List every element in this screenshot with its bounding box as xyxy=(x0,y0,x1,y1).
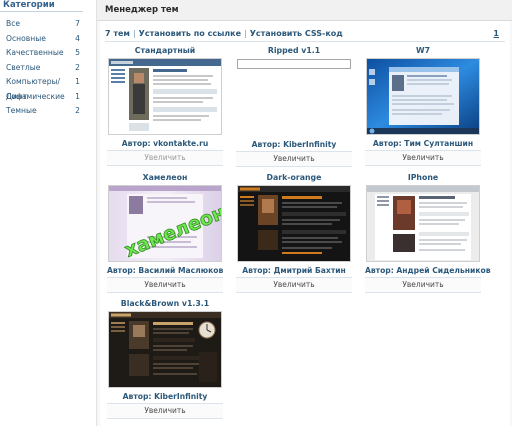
category-item-all[interactable]: Все 7 xyxy=(0,17,80,32)
theme-author[interactable]: Автор: Дмитрий Бахтин xyxy=(236,264,352,277)
zoom-button[interactable]: Увеличить xyxy=(107,277,223,293)
theme-card-w7: W7 Автор: Тим Султаншин Увеличить xyxy=(365,45,481,166)
w7-preview-graphic xyxy=(367,59,479,134)
category-item-dark[interactable]: Темные 2 xyxy=(0,104,80,119)
category-item-computers[interactable]: Компьютеры/Софт 1 xyxy=(0,75,80,101)
standard-preview-graphic xyxy=(109,59,221,134)
zoom-button[interactable]: Увеличить xyxy=(236,277,352,293)
category-count: 4 xyxy=(75,33,80,43)
zoom-button[interactable]: Увеличить xyxy=(365,277,481,293)
theme-content: 7 тем | Установить по ссылке | Установить CS… xyxy=(100,21,510,426)
theme-author[interactable]: Автор: Тим Султаншин xyxy=(365,137,481,150)
theme-title[interactable]: Стандартный xyxy=(107,45,223,56)
theme-author[interactable]: Автор: Василий Маслюков xyxy=(107,264,223,277)
theme-preview-image[interactable] xyxy=(237,185,351,262)
black-brown-preview-graphic xyxy=(109,312,221,387)
install-css-button[interactable]: Установить CSS-код xyxy=(250,29,343,38)
category-count: 5 xyxy=(75,48,80,57)
zoom-button[interactable]: Увеличить xyxy=(365,150,481,166)
category-count: 7 xyxy=(75,19,80,28)
category-item-light[interactable]: Светлые 2 xyxy=(0,61,80,76)
category-label: Динамические xyxy=(6,91,65,101)
dark-orange-preview-graphic xyxy=(238,186,350,261)
category-item-dynamic[interactable]: Динамические 1 xyxy=(0,90,80,105)
install-by-link-button[interactable]: Установить по ссылке xyxy=(139,29,241,38)
theme-preview-image[interactable] xyxy=(366,58,480,135)
theme-preview-image[interactable] xyxy=(108,311,222,388)
zoom-button[interactable]: Увеличить xyxy=(107,150,223,166)
page-title: Менеджер тем xyxy=(97,0,512,21)
theme-preview-image[interactable]: хамелеон xyxy=(108,185,222,262)
theme-manager-panel: Менеджер тем 7 тем | Установить по ссылке |… xyxy=(96,0,512,426)
category-label: Основные xyxy=(6,33,46,43)
theme-count-link[interactable]: 7 тем xyxy=(105,29,130,38)
theme-author[interactable]: Автор: KiberInfinity xyxy=(107,390,223,403)
category-label: Темные xyxy=(6,106,37,115)
theme-author[interactable]: Автор: KiberInfinity xyxy=(236,138,352,151)
theme-card-black-brown: Black&Brown v1.3.1 Автор: KiberInfinity … xyxy=(107,298,223,419)
iphone-preview-graphic xyxy=(367,186,479,261)
preview-spacer xyxy=(236,69,352,136)
category-label: Все xyxy=(6,19,21,28)
category-count: 1 xyxy=(75,77,80,86)
theme-preview-image[interactable] xyxy=(366,185,480,262)
sidebar-title: Категории xyxy=(0,0,83,12)
theme-title[interactable]: Black&Brown v1.3.1 xyxy=(107,298,223,309)
theme-title[interactable]: Хамелеон xyxy=(107,172,223,183)
theme-title[interactable]: IPhone xyxy=(365,172,481,183)
theme-card-iphone: IPhone Автор: Андрей Сидельников Увеличи… xyxy=(365,172,491,293)
zoom-button[interactable]: Увеличить xyxy=(236,151,352,167)
separator: | xyxy=(132,29,136,38)
category-sidebar: Категории Все 7 Основные 4 Качественные 5 С… xyxy=(0,0,90,119)
theme-author[interactable]: Автор: Андрей Сидельников xyxy=(365,264,491,277)
theme-card-chameleon: Хамелеон хамелеон Автор: Василий Маслюко… xyxy=(107,172,223,293)
theme-card-standard: Стандартный Автор: vkontakte.ru Увеличит… xyxy=(107,45,223,166)
zoom-button[interactable]: Увеличить xyxy=(107,403,223,419)
category-count: 1 xyxy=(75,91,80,101)
theme-preview-image[interactable] xyxy=(237,59,351,69)
theme-author[interactable]: Автор: vkontakte.ru xyxy=(107,137,223,150)
category-count: 2 xyxy=(75,106,80,115)
theme-title[interactable]: W7 xyxy=(365,45,481,56)
page-number-link[interactable]: 1 xyxy=(493,27,499,41)
theme-preview-image[interactable] xyxy=(108,58,222,135)
chameleon-preview-graphic: хамелеон xyxy=(109,186,221,261)
theme-title[interactable]: Dark-orange xyxy=(236,172,352,183)
theme-card-ripped: Ripped v1.1 Автор: KiberInfinity Увеличи… xyxy=(236,45,352,167)
separator: | xyxy=(244,29,247,38)
theme-toolbar: 7 тем | Установить по ссылке | Установить CS… xyxy=(105,27,505,42)
category-item-basic[interactable]: Основные 4 xyxy=(0,32,80,47)
category-count: 2 xyxy=(75,62,80,72)
theme-title[interactable]: Ripped v1.1 xyxy=(236,45,352,56)
category-label: Качественные xyxy=(6,48,64,57)
category-label: Светлые xyxy=(6,62,41,72)
theme-card-dark-orange: Dark-orange Автор: Дмитрий Бахтин Увелич… xyxy=(236,172,352,293)
category-item-quality[interactable]: Качественные 5 xyxy=(0,46,80,61)
